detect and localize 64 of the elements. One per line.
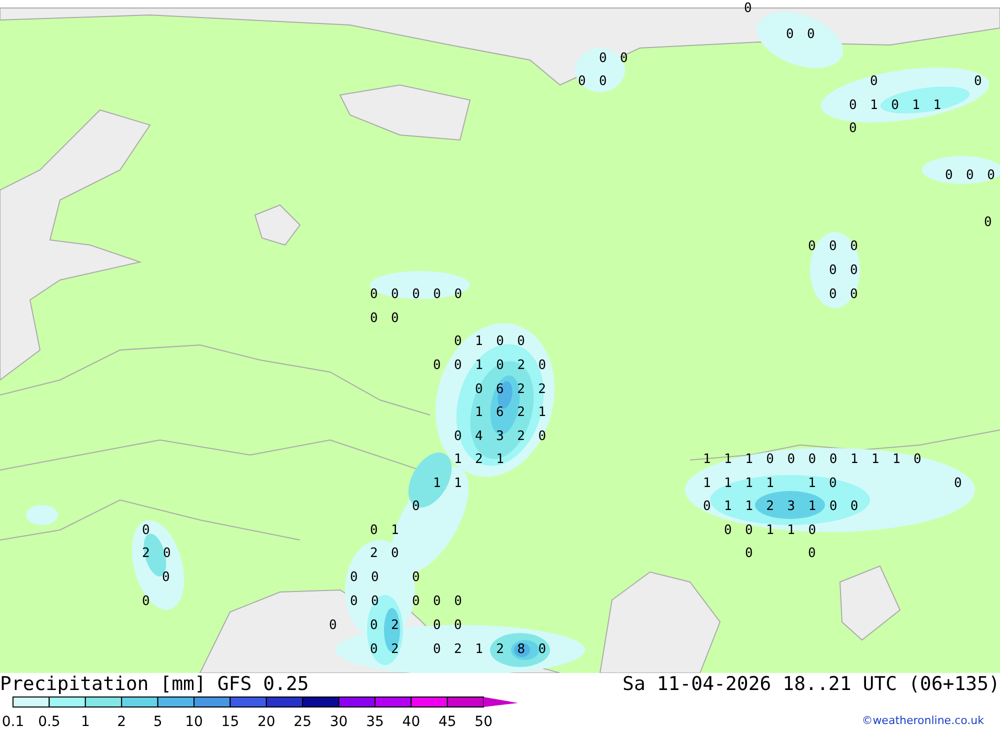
scale-label: 20 [257, 714, 276, 730]
scale-arrow-icon [484, 697, 518, 707]
precipitation-values: 0 [974, 74, 982, 89]
precipitation-values: 0 0 [786, 27, 815, 42]
precipitation-values: 0 0 0 0 0 [370, 287, 462, 302]
precipitation-values: 0 6 2 2 [475, 382, 546, 397]
precipitation-values: 0 0 0 [808, 239, 858, 254]
scale-label: 50 [474, 714, 493, 730]
precipitation-values: 0 0 0 [412, 594, 462, 609]
precipitation-values: 1 6 2 1 [475, 405, 546, 420]
precipitation-values: 0 0 [829, 287, 858, 302]
precipitation-values: 0 0 [599, 51, 628, 66]
legend-title: Precipitation [mm] GFS 0.25 [0, 673, 309, 695]
precipitation-values: 0 0 [370, 311, 399, 326]
precipitation-values: 0 [142, 523, 150, 538]
scale-label: 15 [221, 714, 240, 730]
valid-time: Sa 11-04-2026 18..21 UTC (06+135) [622, 673, 1000, 695]
precipitation-values: 0 [329, 618, 337, 633]
precipitation-values: 1 1 [433, 476, 462, 491]
precipitation-values: 2 0 [142, 546, 171, 561]
precipitation-values: 0 [412, 499, 420, 514]
scale-label: 2 [117, 714, 126, 730]
precipitation-values: 0 [412, 570, 420, 585]
scale-label: 40 [402, 714, 420, 730]
precipitation-values: 0 [984, 215, 992, 230]
precipitation-values: 0 2 [370, 642, 399, 657]
precipitation-values: 1 0 [808, 476, 837, 491]
scale-label: 0.1 [2, 714, 24, 730]
scale-label: 0.5 [38, 714, 60, 730]
precipitation-values: 0 0 0 [945, 168, 995, 183]
precipitation-values: 0 [162, 570, 170, 585]
scale-label: 5 [153, 714, 162, 730]
precipitation-values: 0 0 [578, 74, 607, 89]
precipitation-values: 0 2 1 2 8 0 [433, 642, 546, 657]
precipitation-values: 0 1 0 1 1 [849, 98, 942, 113]
scale-label: 25 [294, 714, 312, 730]
precipitation-values: 0 1 0 0 [454, 334, 525, 349]
credit-link[interactable]: ©weatheronline.co.uk [862, 712, 1000, 733]
scale-label: 30 [330, 714, 348, 730]
precipitation-values: 0 [954, 476, 962, 491]
precipitation-values: 0 0 [350, 570, 379, 585]
precipitation-values: 0 4 3 2 0 [454, 429, 546, 444]
precipitation-values: 0 1 1 2 3 1 0 0 [703, 499, 858, 514]
precipitation-values: 0 [745, 546, 753, 561]
precipitation-values: 0 0 [433, 618, 462, 633]
precipitation-values: 1 1 1 1 [703, 476, 774, 491]
precipitation-values: 2 0 [370, 546, 399, 561]
scale-label: 35 [366, 714, 384, 730]
precipitation-values: 0 [870, 74, 878, 89]
scale-label: 1 [80, 714, 90, 730]
scale-label: 10 [185, 714, 203, 730]
precipitation-values: 0 0 [350, 594, 379, 609]
precipitation-values: 0 [849, 121, 857, 136]
precipitation-values: 1 2 1 [454, 452, 504, 467]
precipitation-values: 0 2 [370, 618, 399, 633]
precipitation-values: 0 [744, 1, 752, 16]
precipitation-values: 0 [142, 594, 150, 609]
precipitation-values: 0 1 [370, 523, 399, 538]
scale-label: 45 [438, 714, 456, 730]
precipitation-values: 0 0 1 1 0 [724, 523, 816, 538]
precipitation-values: 0 0 1 0 2 0 [433, 358, 546, 373]
precipitation-values: 0 [808, 546, 816, 561]
precipitation-values: 1 1 1 0 0 0 0 1 1 1 0 [703, 452, 922, 467]
precipitation-values: 0 0 [829, 263, 858, 278]
